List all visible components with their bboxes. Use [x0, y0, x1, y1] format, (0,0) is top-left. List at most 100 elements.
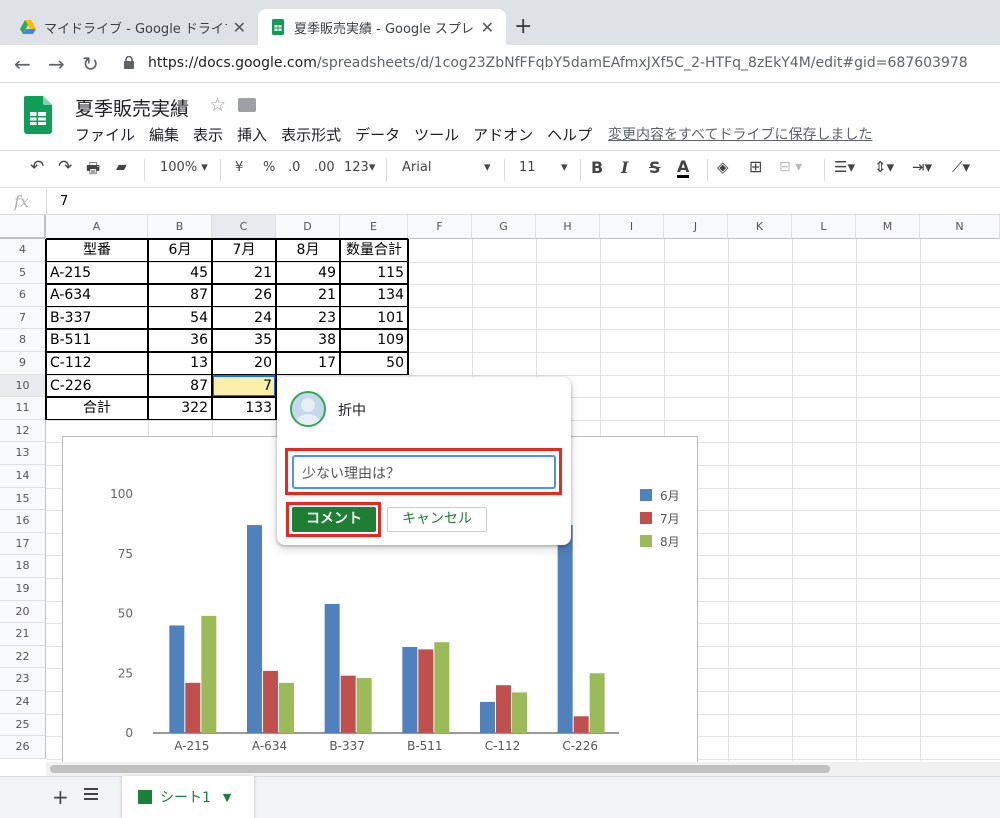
table-cell[interactable]: 36	[148, 329, 212, 352]
more-formats-button[interactable]: 123▾	[344, 160, 375, 175]
row-header[interactable]: 12	[0, 419, 46, 443]
bold-button[interactable]: B	[591, 158, 603, 177]
folder-icon[interactable]	[238, 98, 256, 112]
table-cell[interactable]: 13	[148, 352, 212, 375]
italic-button[interactable]: I	[621, 158, 628, 177]
table-cell[interactable]: 115	[340, 262, 408, 285]
table-cell[interactable]: 26	[212, 284, 276, 307]
column-header[interactable]: K	[728, 215, 792, 239]
column-header[interactable]: J	[664, 215, 728, 239]
table-cell[interactable]: 6月	[148, 239, 212, 262]
borders-icon[interactable]: ⊞	[749, 157, 762, 176]
row-header[interactable]: 11	[0, 397, 46, 420]
print-icon[interactable]: 🖶	[86, 158, 100, 183]
row-header[interactable]: 4	[0, 239, 46, 262]
column-header[interactable]: D	[276, 215, 340, 239]
row-header[interactable]: 22	[0, 645, 46, 669]
column-header[interactable]: B	[148, 215, 212, 239]
table-cell[interactable]: 87	[148, 375, 212, 398]
table-cell[interactable]: 54	[148, 307, 212, 330]
row-header[interactable]: 15	[0, 487, 46, 511]
font-select[interactable]: Arial ▾	[402, 160, 494, 175]
menu-addons[interactable]: アドオン	[473, 124, 533, 145]
table-cell[interactable]: A-634	[46, 284, 148, 307]
row-header[interactable]: 5	[0, 261, 46, 285]
row-header[interactable]: 21	[0, 623, 46, 646]
menu-tools[interactable]: ツール	[414, 124, 459, 145]
menu-help[interactable]: ヘルプ	[547, 124, 592, 145]
table-cell[interactable]: B-337	[46, 307, 148, 330]
sheet-tab[interactable]: シート1 ▼	[122, 776, 254, 818]
decrease-decimal-button[interactable]: .0	[288, 160, 300, 175]
column-header[interactable]: A	[46, 215, 148, 239]
menu-file[interactable]: ファイル	[75, 124, 135, 145]
row-header[interactable]: 13	[0, 442, 46, 465]
table-cell[interactable]: 21	[276, 284, 340, 307]
table-cell[interactable]: 数量合計	[340, 239, 408, 262]
table-cell[interactable]: B-511	[46, 329, 148, 352]
row-header[interactable]: 16	[0, 510, 46, 533]
star-icon[interactable]: ☆	[209, 94, 226, 116]
undo-icon[interactable]: ↶	[30, 157, 44, 177]
table-cell[interactable]: 35	[212, 329, 276, 352]
row-header[interactable]: 10	[0, 374, 46, 398]
table-cell[interactable]: 45	[148, 262, 212, 285]
row-header[interactable]: 23	[0, 668, 46, 691]
text-color-button[interactable]: A	[677, 158, 690, 178]
close-tab-icon[interactable]: ✕	[233, 18, 246, 37]
close-tab-icon[interactable]: ✕	[481, 18, 494, 37]
table-cell[interactable]: 7月	[212, 239, 276, 262]
row-header[interactable]: 7	[0, 306, 46, 330]
row-header[interactable]: 24	[0, 691, 46, 714]
table-cell[interactable]: 101	[340, 307, 408, 330]
row-header[interactable]: 19	[0, 578, 46, 601]
table-cell[interactable]: 134	[340, 284, 408, 307]
fill-color-icon[interactable]: ◈	[717, 158, 729, 176]
new-tab-icon[interactable]: +	[514, 14, 532, 39]
table-cell[interactable]: 322	[148, 397, 212, 420]
paint-format-icon[interactable]: ▰	[116, 159, 127, 175]
browser-tab-sheets[interactable]: 夏季販売実績 - Google スプレッドシ ✕	[258, 9, 506, 45]
table-cell[interactable]: 20	[212, 352, 276, 375]
table-cell[interactable]: 50	[340, 352, 408, 375]
add-sheet-icon[interactable]: +	[52, 785, 69, 809]
font-size-select[interactable]: 11 ▾	[519, 160, 571, 175]
table-cell[interactable]: 21	[212, 262, 276, 285]
vertical-align-icon[interactable]: ⇕▾	[874, 158, 894, 176]
table-cell[interactable]: C-226	[46, 375, 148, 398]
table-cell[interactable]: 49	[276, 262, 340, 285]
column-header[interactable]: E	[340, 215, 408, 239]
row-header[interactable]: 25	[0, 713, 46, 737]
merge-cells-icon[interactable]: ⊟ ▾	[779, 159, 802, 175]
row-header[interactable]: 8	[0, 329, 46, 352]
table-cell[interactable]: 23	[276, 307, 340, 330]
comment-input[interactable]: 少ない理由は？	[292, 455, 556, 489]
percent-button[interactable]: %	[263, 160, 275, 175]
row-header[interactable]: 26	[0, 736, 46, 759]
row-header[interactable]: 20	[0, 600, 46, 624]
document-title[interactable]: 夏季販売実績	[75, 94, 189, 121]
table-cell[interactable]: 24	[212, 307, 276, 330]
table-cell[interactable]: 型番	[46, 239, 148, 262]
url-field[interactable]: https://docs.google.com/spreadsheets/d/1…	[148, 55, 968, 71]
table-cell[interactable]: 87	[148, 284, 212, 307]
select-all-corner[interactable]	[0, 215, 46, 239]
menu-insert[interactable]: 挿入	[237, 124, 267, 145]
menu-edit[interactable]: 編集	[149, 124, 179, 145]
row-header[interactable]: 14	[0, 465, 46, 488]
table-cell[interactable]: 133	[212, 397, 276, 420]
save-status-link[interactable]: 変更内容をすべてドライブに保存しました	[608, 124, 872, 144]
table-cell[interactable]: A-215	[46, 262, 148, 285]
horizontal-align-icon[interactable]: ☰▾	[834, 158, 855, 176]
browser-tab-drive[interactable]: マイドライブ - Google ドライブ ✕	[8, 9, 258, 45]
table-cell[interactable]: 109	[340, 329, 408, 352]
column-header[interactable]: N	[920, 215, 1000, 239]
table-cell[interactable]: C-112	[46, 352, 148, 375]
text-wrap-icon[interactable]: ⇥▾	[912, 158, 932, 176]
row-header[interactable]: 6	[0, 284, 46, 307]
sheet-menu-chevron-icon[interactable]: ▼	[223, 791, 231, 804]
strikethrough-button[interactable]: S	[649, 158, 661, 177]
row-header[interactable]: 18	[0, 555, 46, 578]
text-rotate-icon[interactable]: ⟋▾	[952, 158, 970, 176]
menu-view[interactable]: 表示	[193, 124, 223, 145]
